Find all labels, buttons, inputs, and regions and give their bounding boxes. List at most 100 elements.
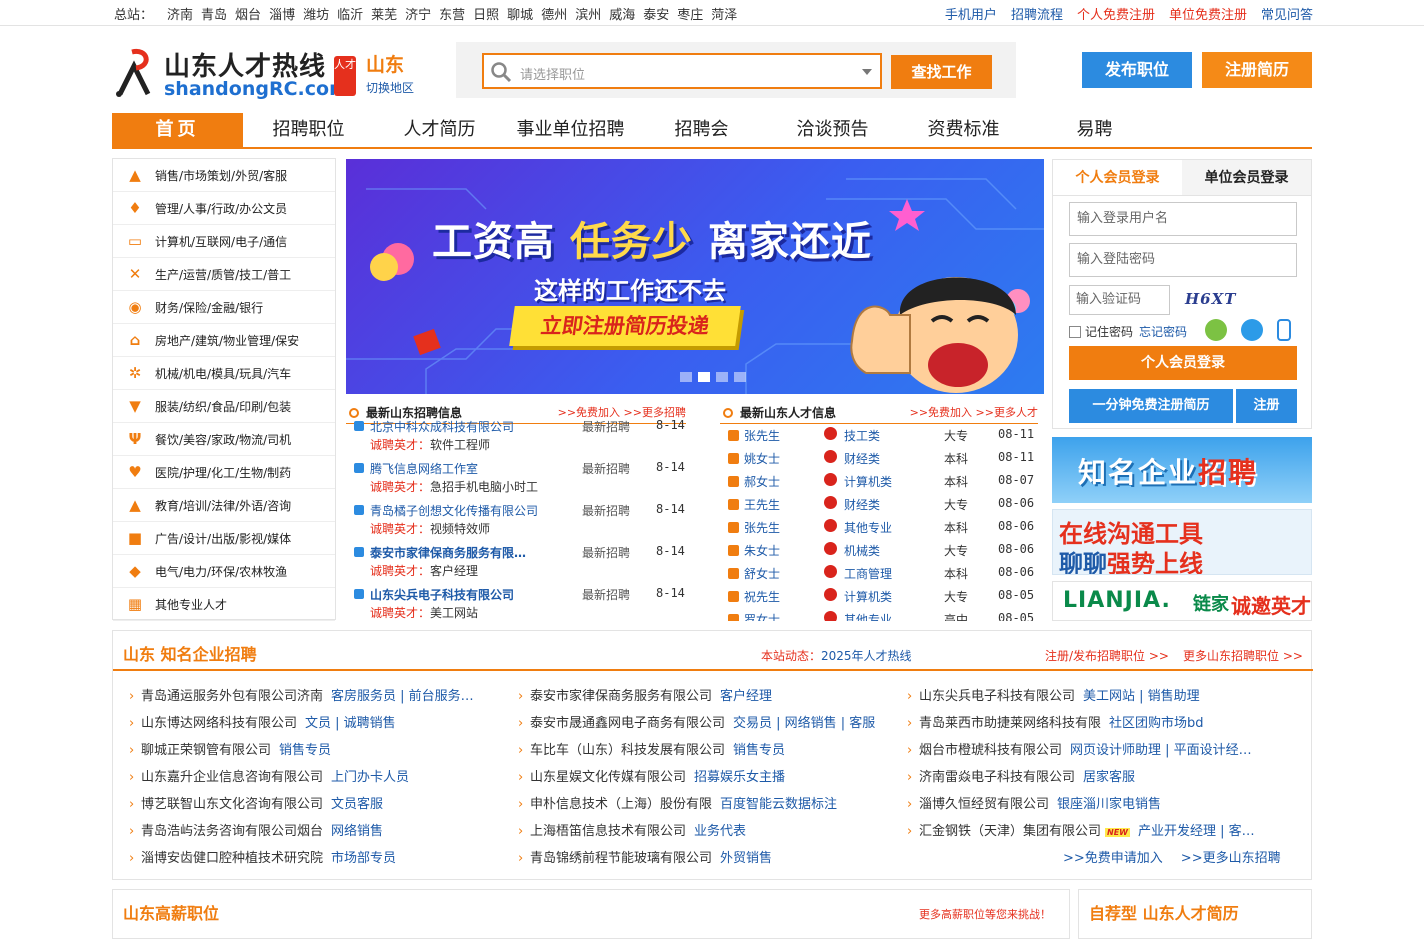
username-field[interactable]: 输入登录用户名 [1069, 202, 1297, 236]
city-link[interactable]: 威海 [609, 4, 635, 23]
recruit-job[interactable]: 诚聘英才：急招手机电脑小时工 [370, 478, 538, 495]
talent-major[interactable]: 计算机类 [844, 588, 892, 605]
banner-dot[interactable] [680, 372, 692, 382]
city-link[interactable]: 枣庄 [677, 4, 703, 23]
captcha-image[interactable]: H6XT [1185, 286, 1243, 312]
job-links[interactable]: 百度智能云数据标注 [720, 797, 837, 812]
talent-major[interactable]: 工商管理 [844, 565, 892, 582]
banner-dot[interactable] [734, 372, 746, 382]
wechat-icon[interactable] [1205, 319, 1227, 341]
city-link[interactable]: 滨州 [575, 4, 601, 23]
company-name[interactable]: 青岛通运服务外包有限公司济南 [141, 689, 323, 704]
job-links[interactable]: 销售专员 [733, 743, 785, 758]
talent-major[interactable]: 计算机类 [844, 473, 892, 490]
recruit-company[interactable]: 北京中科众成科技有限公司 [370, 418, 514, 435]
register-button[interactable]: 注册 [1236, 389, 1297, 423]
nav-pricing[interactable]: 资费标准 [898, 113, 1029, 147]
job-links[interactable]: 上门办卡人员 [331, 770, 409, 785]
banner-cta[interactable]: 立即注册简历投递 [509, 306, 741, 346]
city-link[interactable]: 泰安 [643, 4, 669, 23]
job-links[interactable]: 销售专员 [279, 743, 331, 758]
talent-name[interactable]: 朱女士 [744, 542, 780, 559]
category-item[interactable]: ▲ 销售/市场策划/外贸/客服 [113, 159, 335, 192]
company-name[interactable]: 申朴信息技术（上海）股份有限 [530, 797, 712, 812]
captcha-field[interactable]: 输入验证码 [1069, 285, 1170, 315]
apply-join-link[interactable]: >>免费申请加入 [1063, 847, 1163, 866]
job-links[interactable]: 客户经理 [720, 689, 772, 704]
city-link[interactable]: 东营 [439, 4, 465, 23]
company-name[interactable]: 青岛莱西市助捷莱网络科技有限 [919, 716, 1101, 731]
nav-public-jobs[interactable]: 事业单位招聘 [505, 113, 636, 147]
nav-yipin[interactable]: 易聘 [1029, 113, 1160, 147]
company-name[interactable]: 青岛锦绣前程节能玻璃有限公司 [530, 851, 712, 866]
talent-major[interactable]: 财经类 [844, 450, 880, 467]
quick-register-button[interactable]: 一分钟免费注册简历 [1069, 389, 1233, 423]
company-name[interactable]: 泰安市晟通鑫网电子商务有限公司 [530, 716, 725, 731]
publish-job-button[interactable]: 发布职位 [1082, 52, 1192, 88]
talent-name[interactable]: 舒女士 [744, 565, 780, 582]
talent-item[interactable]: 舒女士 工商管理 本科 08-06 [720, 562, 1038, 585]
talent-name[interactable]: 姚女士 [744, 450, 780, 467]
job-links[interactable]: 美工网站 | 销售助理 [1083, 689, 1200, 704]
tab-company-login[interactable]: 单位会员登录 [1182, 160, 1311, 195]
company-name[interactable]: 山东嘉升企业信息咨询有限公司 [141, 770, 323, 785]
company-name[interactable]: 山东博达网络科技有限公司 [141, 716, 297, 731]
nav-preview[interactable]: 洽谈预告 [767, 113, 898, 147]
category-item[interactable]: ♦ 管理/人事/行政/办公文员 [113, 192, 335, 225]
company-name[interactable]: 聊城正荣钢管有限公司 [141, 743, 271, 758]
job-links[interactable]: 文员 | 诚聘销售 [305, 716, 396, 731]
talent-item[interactable]: 王先生 财经类 大专 08-06 [720, 493, 1038, 516]
company-name[interactable]: 山东星娱文化传媒有限公司 [530, 770, 686, 785]
category-item[interactable]: ◉ 财务/保险/金融/银行 [113, 291, 335, 324]
tab-personal-login[interactable]: 个人会员登录 [1053, 160, 1182, 195]
recruit-item[interactable]: 北京中科众成科技有限公司 最新招聘 8-14 诚聘英才：软件工程师 [346, 414, 686, 456]
password-field[interactable]: 输入登陆密码 [1069, 243, 1297, 277]
recruit-item[interactable]: 山东尖兵电子科技有限公司 最新招聘 8-14 诚聘英才：美工网站 [346, 582, 686, 621]
recruit-company[interactable]: 泰安市家律保商务服务有限… [370, 544, 526, 561]
nav-job-fair[interactable]: 招聘会 [636, 113, 767, 147]
region-selector[interactable]: 山东 切换地区 [366, 50, 414, 96]
talent-name[interactable]: 罗女士 [744, 611, 780, 621]
talent-major[interactable]: 财经类 [844, 496, 880, 513]
company-name[interactable]: 青岛浩屿法务咨询有限公司烟台 [141, 824, 323, 839]
link-faq[interactable]: 常见问答 [1261, 4, 1313, 23]
company-name[interactable]: 济南雷焱电子科技有限公司 [919, 770, 1075, 785]
category-item[interactable]: ▦ 其他专业人才 [113, 588, 335, 621]
company-name[interactable]: 淄博安齿健口腔种植技术研究院 [141, 851, 323, 866]
job-links[interactable]: 外贸销售 [720, 851, 772, 866]
category-item[interactable]: ✕ 生产/运营/质管/技工/普工 [113, 258, 335, 291]
talent-name[interactable]: 郝女士 [744, 473, 780, 490]
recruit-job[interactable]: 诚聘英才：客户经理 [370, 562, 478, 579]
city-link[interactable]: 济南 [167, 4, 193, 23]
city-link[interactable]: 潍坊 [303, 4, 329, 23]
job-search-select[interactable]: 请选择职位 [482, 53, 882, 89]
talent-item[interactable]: 朱女士 机械类 大专 08-06 [720, 539, 1038, 562]
nav-jobs[interactable]: 招聘职位 [243, 113, 374, 147]
job-links[interactable]: 产业开发经理 | 客… [1138, 824, 1255, 839]
company-name[interactable]: 山东尖兵电子科技有限公司 [919, 689, 1075, 704]
job-links[interactable]: 业务代表 [694, 824, 746, 839]
recruit-company[interactable]: 山东尖兵电子科技有限公司 [370, 586, 514, 603]
switch-region-link[interactable]: 切换地区 [366, 79, 414, 96]
category-item[interactable]: ♥ 医院/护理/化工/生物/制药 [113, 456, 335, 489]
talent-name[interactable]: 王先生 [744, 496, 780, 513]
talent-item[interactable]: 张先生 其他专业 本科 08-06 [720, 516, 1038, 539]
hero-banner[interactable]: 工资高 任务少 离家还近 这样的工作还不去 立即注册简历投递 [346, 159, 1044, 394]
job-links[interactable]: 网络销售 [331, 824, 383, 839]
post-job-link[interactable]: 注册/发布招聘职位 >> [1045, 647, 1169, 664]
company-name[interactable]: 车比车（山东）科技发展有限公司 [530, 743, 725, 758]
job-links[interactable]: 社区团购市场bd [1109, 716, 1204, 731]
company-name[interactable]: 上海梧笛信息技术有限公司 [530, 824, 686, 839]
talent-major[interactable]: 其他专业 [844, 519, 892, 536]
recruit-item[interactable]: 泰安市家律保商务服务有限… 最新招聘 8-14 诚聘英才：客户经理 [346, 540, 686, 582]
remember-checkbox[interactable] [1069, 325, 1081, 338]
job-links[interactable]: 交易员 | 网络销售 | 客服 [733, 716, 875, 731]
job-links[interactable]: 网页设计师助理 | 平面设计经… [1070, 743, 1252, 758]
job-links[interactable]: 居家客服 [1083, 770, 1135, 785]
talent-name[interactable]: 张先生 [744, 519, 780, 536]
ad-lianjia[interactable]: LIANJIA. 链家 诚邀英才 [1052, 581, 1312, 621]
recruit-job[interactable]: 诚聘英才：视频特效师 [370, 520, 490, 537]
recruit-company[interactable]: 腾飞信息网络工作室 [370, 460, 478, 477]
category-item[interactable]: ■ 广告/设计/出版/影视/媒体 [113, 522, 335, 555]
talent-item[interactable]: 姚女士 财经类 本科 08-11 [720, 447, 1038, 470]
